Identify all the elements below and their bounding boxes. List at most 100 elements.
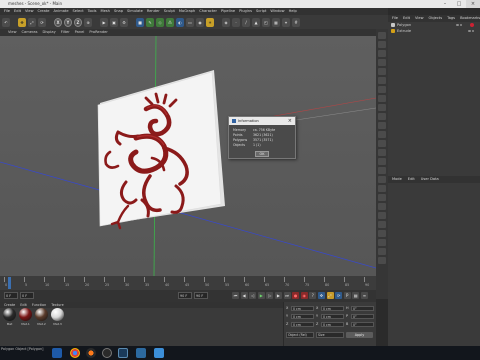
strip-tool-icon[interactable] [378, 149, 386, 156]
apply-button[interactable]: Apply [346, 332, 373, 338]
strip-tool-icon[interactable] [378, 194, 386, 201]
menu-help[interactable]: Help [289, 8, 297, 15]
attrmenu-user-data[interactable]: User Data [421, 176, 439, 183]
menu-pipeline[interactable]: Pipeline [221, 8, 235, 15]
make-editable-icon[interactable]: ◈ [222, 17, 230, 27]
axis-z-toggle[interactable]: Z [74, 17, 82, 27]
minimize-button[interactable]: – [438, 0, 452, 8]
file-explorer-icon[interactable] [52, 348, 62, 358]
cube-icon[interactable]: ■ [136, 17, 144, 27]
size-y-field[interactable]: 0 cm [321, 313, 344, 319]
rotate-tool-icon[interactable]: ⟳ [38, 17, 46, 27]
end-frame-field[interactable]: 90 F [178, 292, 192, 299]
mail-icon[interactable] [154, 348, 164, 358]
next-frame-icon[interactable]: ▷ [266, 292, 274, 299]
ok-button[interactable]: OK [255, 151, 269, 157]
current-frame-field[interactable]: 0 F [20, 292, 34, 299]
strip-tool-icon[interactable] [378, 86, 386, 93]
vpmenu-prorender[interactable]: ProRender [89, 29, 108, 36]
size-x-field[interactable]: 0 cm [321, 305, 344, 311]
material-tag-icon[interactable] [470, 23, 474, 27]
menu-window[interactable]: Window [270, 8, 284, 15]
scale-key-icon[interactable]: ⤢ [326, 292, 334, 299]
timeline[interactable]: 0 5 10 15 20 25 30 35 40 45 50 55 60 65 70 75 80 85 90 [0, 276, 376, 290]
strip-tool-icon[interactable] [378, 185, 386, 192]
vpmenu-view[interactable]: View [8, 29, 17, 36]
render-view-icon[interactable]: ▶ [100, 17, 108, 27]
strip-tool-icon[interactable] [378, 95, 386, 102]
chrome-icon[interactable] [70, 348, 80, 358]
next-key-icon[interactable]: ▶ [274, 292, 282, 299]
object-name[interactable]: Polygon [397, 23, 411, 27]
strip-tool-icon[interactable] [378, 158, 386, 165]
size-z-field[interactable]: 0 cm [321, 321, 344, 327]
menu-view[interactable]: View [25, 8, 34, 15]
objmenu-file[interactable]: File [392, 15, 398, 22]
deformer-icon[interactable]: ◐ [176, 17, 184, 27]
strip-tool-icon[interactable] [378, 230, 386, 237]
strip-tool-icon[interactable] [378, 122, 386, 129]
material-swatch[interactable]: Mat.1 [18, 308, 33, 327]
undo-icon[interactable]: ↶ [2, 17, 10, 27]
menu-select[interactable]: Select [73, 8, 84, 15]
menu-plugins[interactable]: Plugins [239, 8, 252, 15]
viewport-canvas[interactable] [0, 36, 376, 276]
dialog-close-icon[interactable]: × [288, 117, 292, 125]
strip-tool-icon[interactable] [378, 131, 386, 138]
render-picture-icon[interactable]: ▣ [110, 17, 118, 27]
strip-tool-icon[interactable] [378, 248, 386, 255]
start-frame-field[interactable]: 0 F [4, 292, 18, 299]
move-tool-icon[interactable]: ✥ [18, 17, 26, 27]
menu-character[interactable]: Character [199, 8, 217, 15]
prev-key-icon[interactable]: ◀ [240, 292, 248, 299]
menu-edit[interactable]: Edit [14, 8, 21, 15]
record-icon[interactable]: ● [292, 292, 300, 299]
autokey-icon[interactable]: ◉ [300, 292, 308, 299]
close-button[interactable]: × [466, 0, 480, 8]
blender-icon[interactable] [86, 348, 96, 358]
material-swatch[interactable]: Mat.2 [34, 308, 49, 327]
coordinate-system-icon[interactable]: ⊕ [84, 17, 92, 27]
object-name[interactable]: Extrude [397, 29, 411, 33]
workplane-icon[interactable]: ▦ [272, 17, 280, 27]
scale-tool-icon[interactable]: ⤢ [28, 17, 36, 27]
subdivision-icon[interactable]: ◇ [156, 17, 164, 27]
rotation-h-field[interactable]: 0° [351, 305, 374, 311]
menu-script[interactable]: Script [256, 8, 266, 15]
menu-simulate[interactable]: Simulate [127, 8, 143, 15]
first-frame-icon[interactable]: ⏮ [232, 292, 239, 299]
max-frame-field[interactable]: 90 F [194, 292, 208, 299]
snap-icon[interactable]: ⌖ [282, 17, 290, 27]
position-x-field[interactable]: 0 cm [291, 305, 314, 311]
strip-tool-icon[interactable] [378, 32, 386, 39]
vpmenu-cameras[interactable]: Cameras [22, 29, 38, 36]
strip-tool-icon[interactable] [378, 77, 386, 84]
visibility-dots[interactable] [468, 29, 474, 33]
menu-tools[interactable]: Tools [88, 8, 97, 15]
strip-tool-icon[interactable] [378, 59, 386, 66]
timeline-ruler[interactable]: 0 5 10 15 20 25 30 35 40 45 50 55 60 65 70 75 80 85 90 [4, 277, 374, 289]
menu-snap[interactable]: Snap [114, 8, 123, 15]
visibility-dots[interactable] [456, 23, 462, 27]
rotation-b-field[interactable]: 0° [351, 321, 374, 327]
axis-y-toggle[interactable]: Y [64, 17, 72, 27]
strip-tool-icon[interactable] [378, 167, 386, 174]
floor-icon[interactable]: ▭ [186, 17, 194, 27]
points-mode-icon[interactable]: · [232, 17, 240, 27]
move-key-icon[interactable]: ✥ [317, 292, 325, 299]
strip-tool-icon[interactable] [378, 257, 386, 264]
edges-mode-icon[interactable]: / [242, 17, 250, 27]
material-swatch[interactable]: Mat [2, 308, 17, 327]
polygons-mode-icon[interactable]: ▲ [252, 17, 260, 27]
menu-animate[interactable]: Animate [53, 8, 68, 15]
strip-tool-icon[interactable] [378, 104, 386, 111]
menu-mograph[interactable]: MoGraph [179, 8, 195, 15]
objmenu-objects[interactable]: Objects [429, 15, 443, 22]
position-y-field[interactable]: 0 cm [291, 313, 314, 319]
strip-tool-icon[interactable] [378, 212, 386, 219]
prev-frame-icon[interactable]: ◁ [249, 292, 257, 299]
quantize-icon[interactable]: # [292, 17, 300, 27]
objmenu-view[interactable]: View [415, 15, 424, 22]
app-icon[interactable] [118, 348, 128, 358]
strip-tool-icon[interactable] [378, 50, 386, 57]
